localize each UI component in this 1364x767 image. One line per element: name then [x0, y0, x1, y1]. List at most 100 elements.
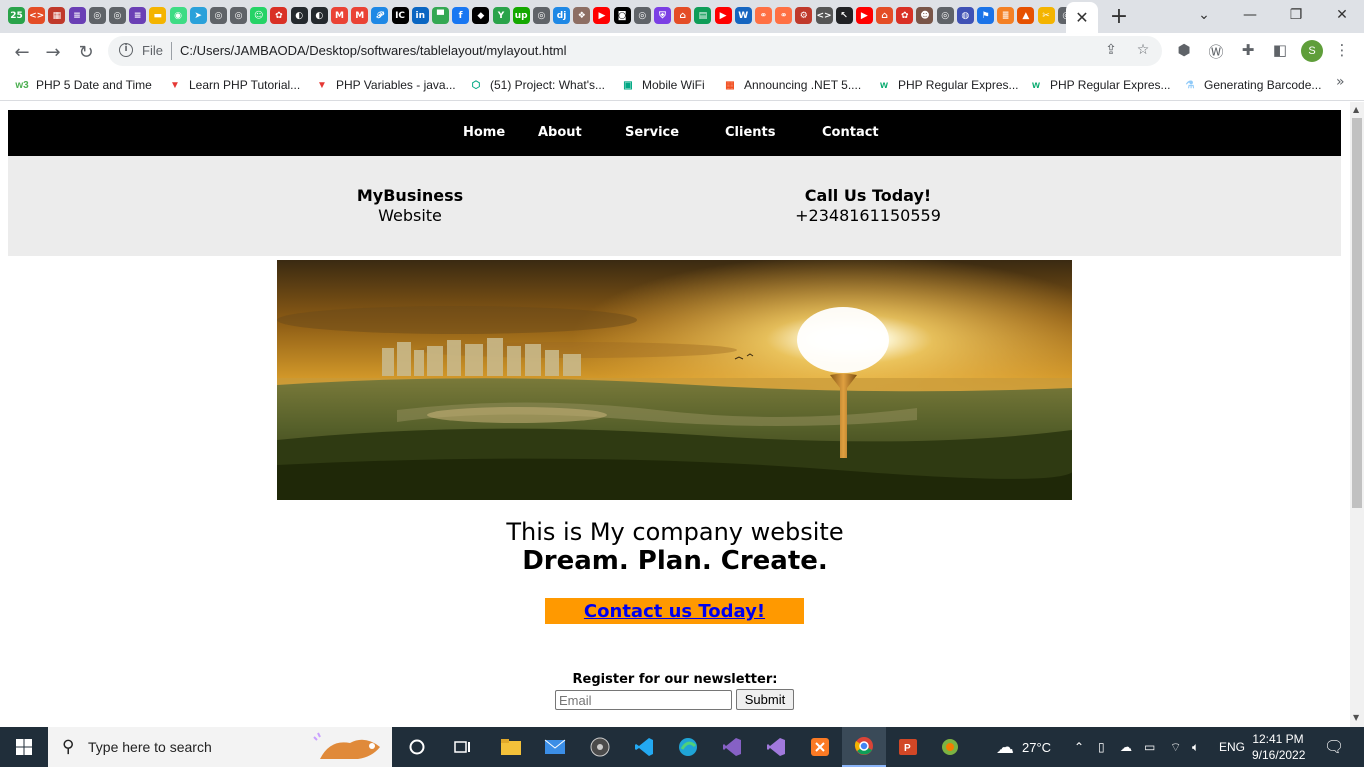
chat-icon[interactable]: ☺ [250, 7, 268, 24]
telegram-icon[interactable]: ➤ [189, 7, 207, 24]
bookmarks-overflow-icon[interactable]: » [1336, 74, 1345, 90]
globe-icon[interactable]: ◎ [88, 7, 106, 24]
globe-icon[interactable]: ◎ [209, 7, 227, 24]
tiktok-icon[interactable]: ◆ [472, 7, 490, 24]
newsletter-email-input[interactable] [555, 690, 732, 710]
contact-cta-link[interactable]: Contact us Today! [584, 601, 765, 622]
active-tab[interactable]: ✕ [1066, 2, 1098, 33]
intellij-icon[interactable]: IC [391, 7, 409, 24]
edge-icon[interactable] [666, 727, 710, 767]
youtube-icon[interactable]: ▶ [593, 7, 611, 24]
nav-clients-link[interactable]: Clients [725, 125, 775, 140]
stack-icon[interactable]: ≣ [997, 7, 1015, 24]
wordpress-extension-icon[interactable]: Ⓦ [1206, 41, 1226, 61]
bookmark-item[interactable]: ▣ Mobile WiFi [620, 75, 704, 95]
visual-studio-icon[interactable] [754, 727, 798, 767]
planet-icon[interactable]: ◍ [956, 7, 974, 24]
linkedin-icon[interactable]: in [411, 7, 429, 24]
profile-avatar[interactable]: S [1301, 40, 1323, 62]
tab-search-icon[interactable]: ⌄ [1181, 0, 1227, 30]
gear-icon[interactable]: ⚙ [795, 7, 813, 24]
extensions-puzzle-icon[interactable]: ✚ [1238, 41, 1258, 61]
code-icon[interactable]: <> [815, 7, 833, 24]
link-icon[interactable]: ⚭ [775, 7, 793, 24]
html-icon[interactable]: ⌂ [674, 7, 692, 24]
scroll-thumb[interactable] [1352, 118, 1362, 508]
facebook-icon[interactable]: f [452, 7, 470, 24]
bookmark-item[interactable]: ⚗ Generating Barcode... [1182, 75, 1322, 95]
globe-icon[interactable]: ◎ [633, 7, 651, 24]
scissors-icon[interactable]: ✂ [1037, 7, 1055, 24]
close-tab-icon[interactable]: ✕ [1075, 8, 1088, 27]
shield-icon[interactable]: ⛨ [654, 7, 671, 24]
page-scrollbar[interactable]: ▲ ▼ [1350, 102, 1364, 727]
taskbar-search-box[interactable]: ⚲ Type here to search [48, 727, 392, 767]
vscode-icon[interactable] [622, 727, 666, 767]
share-icon[interactable]: ⇪ [1102, 42, 1120, 60]
flag-icon[interactable]: ⚑ [977, 7, 994, 24]
cortana-icon[interactable] [395, 727, 439, 767]
side-panel-icon[interactable]: ◧ [1270, 41, 1290, 61]
tray-chevron-icon[interactable]: ⌃ [1074, 727, 1084, 767]
task-view-icon[interactable] [441, 727, 485, 767]
flower-icon[interactable]: ✿ [270, 7, 288, 24]
android-icon[interactable]: ◉ [169, 7, 187, 24]
scroll-down-arrow-icon[interactable]: ▼ [1353, 713, 1359, 722]
start-button[interactable] [0, 727, 48, 767]
avatar-icon[interactable]: ☻ [916, 7, 934, 24]
figma-icon[interactable]: 𝒫 [371, 7, 389, 24]
bookmark-item[interactable]: w PHP Regular Expres... [876, 75, 1018, 95]
address-url[interactable]: C:/Users/JAMBAODA/Desktop/softwares/tabl… [180, 43, 567, 58]
address-bar[interactable]: i File C:/Users/JAMBAODA/Desktop/softwar… [108, 36, 1162, 66]
reload-icon[interactable]: ↻ [73, 39, 99, 65]
weather-widget[interactable]: ☁ 27°C [996, 727, 1051, 767]
file-explorer-icon[interactable] [489, 727, 533, 767]
xampp-icon[interactable] [798, 727, 842, 767]
globe-icon[interactable]: ◎ [108, 7, 126, 24]
tray-device-icon[interactable]: ▯ [1098, 727, 1105, 767]
gmail-icon[interactable]: M [351, 7, 369, 24]
list-icon[interactable]: ≡ [129, 7, 147, 24]
wifi-icon[interactable]: ⌔ [1170, 727, 1181, 767]
youtube-icon[interactable]: ▶ [714, 7, 732, 24]
back-icon[interactable]: ← [9, 39, 35, 65]
calendar-25-icon[interactable]: 25 [8, 7, 25, 24]
menu-kebab-icon[interactable]: ⋮ [1332, 41, 1352, 61]
restore-icon[interactable]: ❐ [1273, 0, 1319, 30]
minimize-icon[interactable]: — [1227, 0, 1273, 30]
pin-icon[interactable]: ▀ [431, 7, 449, 24]
html-icon[interactable]: ⌂ [876, 7, 894, 24]
github-icon[interactable]: ◐ [290, 7, 308, 24]
emblem-icon[interactable]: ❖ [573, 7, 591, 24]
slides-icon[interactable]: ▬ [149, 7, 167, 24]
upwork-icon[interactable]: up [512, 7, 530, 24]
obs-icon[interactable] [578, 727, 622, 767]
globe-icon[interactable]: ◎ [936, 7, 954, 24]
newsletter-submit-button[interactable]: Submit [736, 689, 794, 710]
table-icon[interactable]: ▦ [48, 7, 66, 24]
notifications-icon[interactable]: 🗨︎ [1324, 727, 1344, 767]
bookmark-item[interactable]: ▼ PHP Variables - java... [314, 75, 456, 95]
sheet-icon[interactable]: ▤ [694, 7, 712, 24]
github-icon[interactable]: ◐ [310, 7, 328, 24]
snail-app-icon[interactable] [928, 727, 972, 767]
visual-studio-icon[interactable] [710, 727, 754, 767]
bookmark-item[interactable]: w PHP Regular Expres... [1028, 75, 1170, 95]
extension-cube-icon[interactable]: ⬢ [1174, 41, 1194, 61]
powerpoint-icon[interactable]: P [886, 727, 930, 767]
matlab-icon[interactable]: ▲ [1017, 7, 1035, 24]
mail-icon[interactable] [533, 727, 577, 767]
forward-icon[interactable]: → [40, 39, 66, 65]
battery-icon[interactable]: ▭ [1144, 727, 1155, 767]
nav-about-link[interactable]: About [538, 125, 582, 140]
scroll-up-arrow-icon[interactable]: ▲ [1353, 105, 1359, 114]
wish-icon[interactable]: W [734, 7, 752, 24]
list-icon[interactable]: ≡ [68, 7, 86, 24]
volume-icon[interactable]: 🔈︎ [1192, 727, 1199, 767]
flower-icon[interactable]: ✿ [896, 7, 914, 24]
bookmark-star-icon[interactable]: ☆ [1134, 42, 1152, 60]
nav-home-link[interactable]: Home [463, 125, 505, 140]
y-icon[interactable]: Y [492, 7, 510, 24]
youtube-icon[interactable]: ▶ [855, 7, 873, 24]
taskbar-clock[interactable]: 12:41 PM 9/16/2022 [1252, 731, 1305, 763]
